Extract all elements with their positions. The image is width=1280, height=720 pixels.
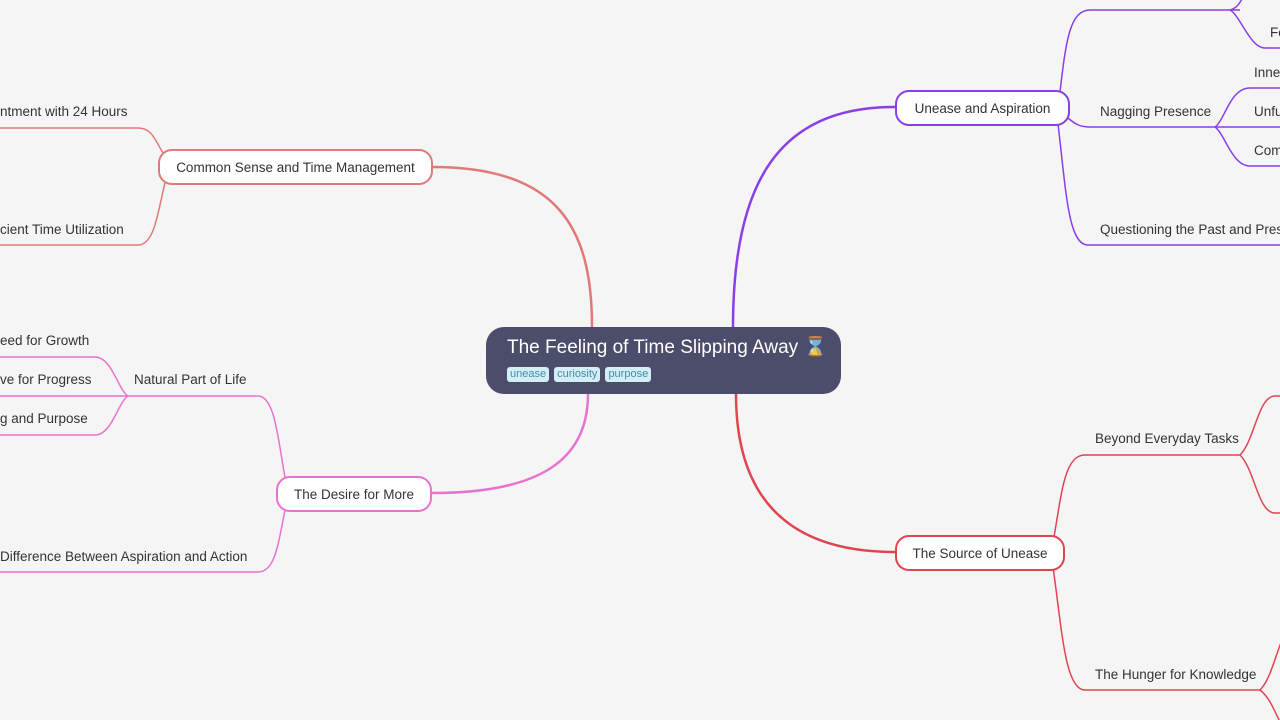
leaf-time-utilization[interactable]: cient Time Utilization xyxy=(0,222,124,237)
leaf-need-for-growth[interactable]: eed for Growth xyxy=(0,333,89,348)
leaf-beyond-everyday-tasks[interactable]: Beyond Everyday Tasks xyxy=(1095,431,1239,446)
edge-root-source xyxy=(734,393,896,554)
edge-ua-nagging xyxy=(1067,117,1215,128)
leaf-24-hours[interactable]: ntment with 24 Hours xyxy=(0,104,128,119)
root-title-row: The Feeling of Time Slipping Away ⌛ xyxy=(507,337,841,359)
edge-cs-24hours xyxy=(0,127,164,154)
node-unease-and-aspiration[interactable]: Unease and Aspiration xyxy=(895,90,1070,126)
edge-beyond-down xyxy=(1239,454,1280,514)
leaf-aspiration-vs-action[interactable]: Difference Between Aspiration and Action xyxy=(0,549,247,564)
tag-purpose[interactable]: purpose xyxy=(605,367,652,382)
edge-ua-top xyxy=(1059,9,1240,93)
node-source-of-unease[interactable]: The Source of Unease xyxy=(895,535,1065,571)
root-title: The Feeling of Time Slipping Away xyxy=(507,337,799,358)
edge-beyond-up xyxy=(1239,395,1280,456)
node-desire-for-more[interactable]: The Desire for More xyxy=(276,476,432,512)
edge-source-beyond xyxy=(1053,454,1240,538)
mind-map-canvas[interactable]: The Feeling of Time Slipping Away ⌛ unea… xyxy=(0,0,1280,720)
leaf-nagging-presence[interactable]: Nagging Presence xyxy=(1100,104,1211,119)
tag-unease[interactable]: unease xyxy=(507,367,550,382)
edge-root-unease-aspiration xyxy=(731,105,896,328)
edge-root-common-sense xyxy=(431,165,594,328)
leaf-hunger-for-knowledge[interactable]: The Hunger for Knowledge xyxy=(1095,667,1256,682)
leaf-fe-partial[interactable]: Fe xyxy=(1270,25,1280,40)
edge-hunger-down xyxy=(1259,689,1280,720)
leaf-unfu-partial[interactable]: Unfu xyxy=(1254,104,1280,119)
leaf-meaning-and-purpose[interactable]: g and Purpose xyxy=(0,411,88,426)
root-node[interactable]: The Feeling of Time Slipping Away ⌛ unea… xyxy=(486,327,841,394)
leaf-inne-partial[interactable]: Inne xyxy=(1254,65,1280,80)
edge-root-desire xyxy=(431,393,590,495)
node-common-sense-time-management[interactable]: Common Sense and Time Management xyxy=(158,149,433,185)
leaf-natural-part-of-life[interactable]: Natural Part of Life xyxy=(134,372,247,387)
leaf-questioning-past-present[interactable]: Questioning the Past and Prese xyxy=(1100,222,1280,237)
tag-curiosity[interactable]: curiosity xyxy=(554,367,601,382)
edge-ua-top-up xyxy=(1229,0,1243,11)
hourglass-icon: ⌛ xyxy=(803,337,828,358)
root-tags: unease curiosity purpose xyxy=(507,367,841,382)
leaf-drive-for-progress[interactable]: ve for Progress xyxy=(0,372,92,387)
edge-hunger-up xyxy=(1259,643,1280,691)
edge-desire-natural xyxy=(128,395,286,478)
leaf-com-partial[interactable]: Com xyxy=(1254,143,1280,158)
